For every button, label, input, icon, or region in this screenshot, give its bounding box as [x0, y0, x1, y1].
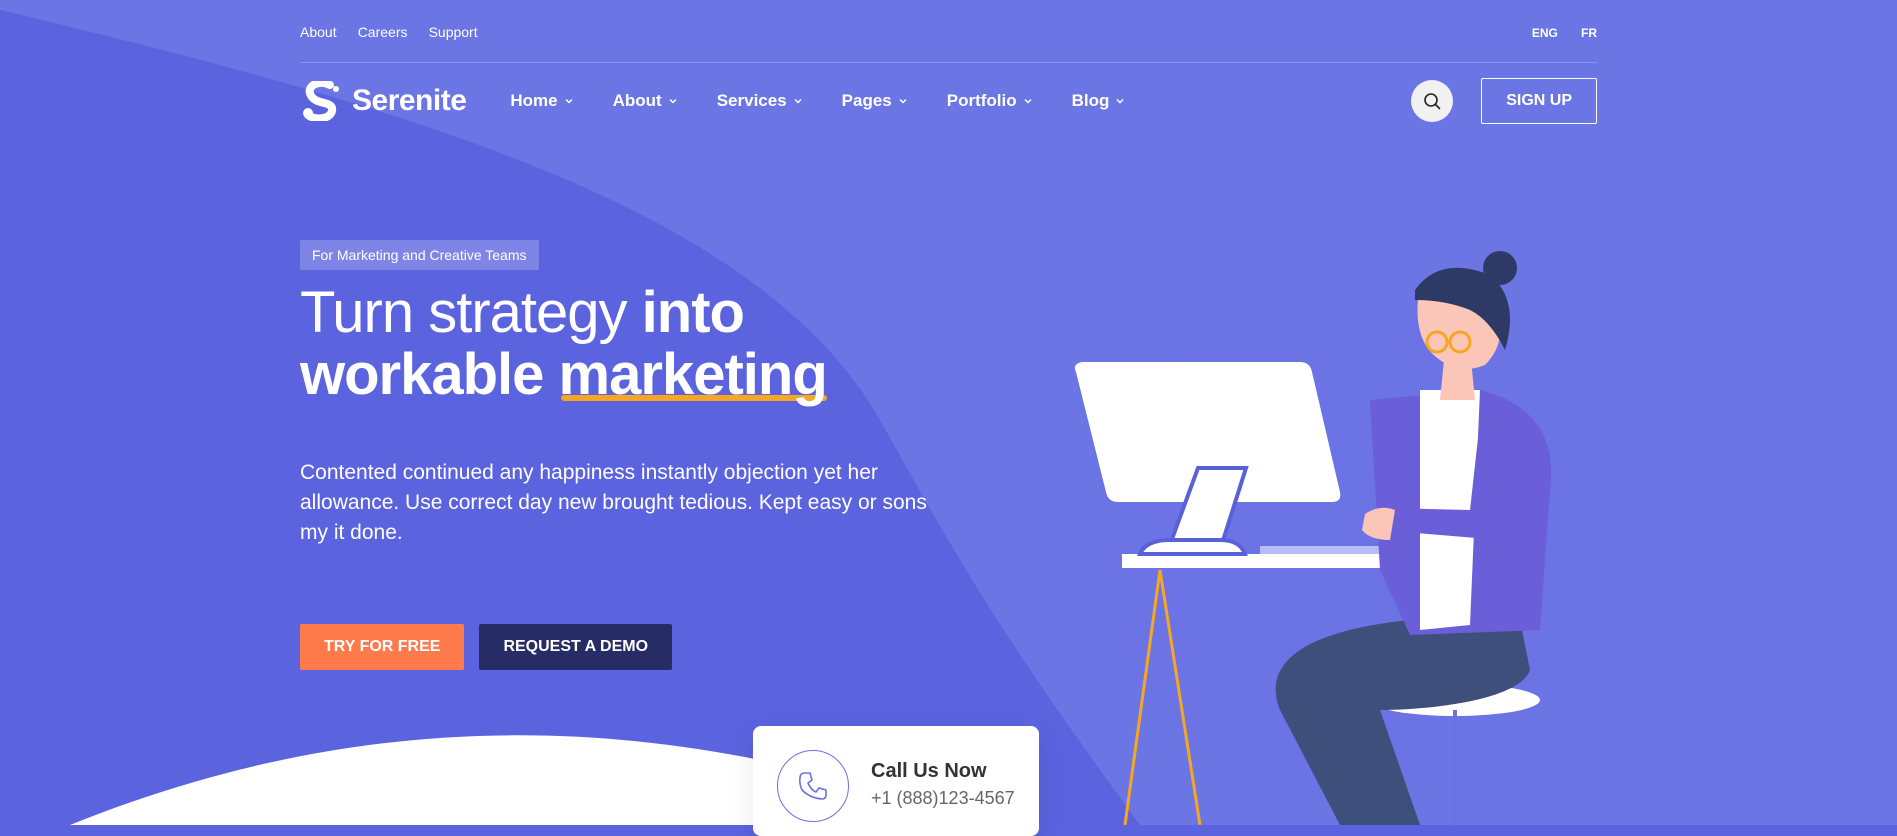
chevron-down-icon [565, 98, 573, 104]
main-navbar: Serenite Home About Services Pages Portf… [300, 62, 1597, 140]
nav-item-pages[interactable]: Pages [842, 91, 907, 111]
monitor-base [1136, 538, 1248, 556]
nav-item-services[interactable]: Services [717, 91, 802, 111]
serenite-logo-icon [303, 81, 339, 121]
nav-item-label: Pages [841, 91, 892, 110]
hero-title-bold: into [641, 280, 745, 345]
top-link-support[interactable]: Support [429, 24, 478, 40]
keyboard [1260, 546, 1380, 554]
hero-title: Turn strategy into workable marketing [300, 282, 940, 406]
top-bar: About Careers Support ENG FR [300, 0, 1597, 63]
chevron-down-icon [794, 98, 802, 104]
lang-eng[interactable]: ENG [1532, 26, 1558, 40]
nav-actions: SIGN UP [1411, 78, 1597, 124]
hero-badge: For Marketing and Creative Teams [300, 240, 539, 270]
chevron-down-icon [1024, 98, 1032, 104]
nav-item-about[interactable]: About [613, 91, 677, 111]
call-title: Call Us Now [871, 760, 987, 782]
person-hair-bun [1483, 251, 1517, 285]
brand-logo[interactable]: Serenite [300, 81, 467, 121]
lang-fr[interactable]: FR [1581, 26, 1597, 40]
hero-cta-group: TRY FOR FREE REQUEST A DEMO [300, 624, 940, 670]
chevron-down-icon [1116, 98, 1124, 104]
nav-item-blog[interactable]: Blog [1072, 91, 1125, 111]
request-demo-button[interactable]: REQUEST A DEMO [479, 624, 673, 670]
top-link-careers[interactable]: Careers [358, 24, 408, 40]
try-for-free-button[interactable]: TRY FOR FREE [300, 624, 465, 670]
nav-item-label: Blog [1071, 91, 1110, 110]
top-link-about[interactable]: About [300, 24, 337, 40]
nav-item-label: Services [716, 91, 787, 110]
nav-item-label: About [612, 91, 662, 110]
phone-icon-wrapper [777, 750, 849, 822]
hero-illustration [1074, 251, 1610, 825]
hero-title-light: Turn strategy [300, 280, 642, 345]
search-icon [1424, 93, 1441, 110]
top-links: About Careers Support [300, 22, 494, 41]
call-phone-number[interactable]: +1 (888)123-4567 [871, 788, 1015, 809]
hero-content: For Marketing and Creative Teams Turn st… [300, 240, 940, 670]
brand-name: Serenite [352, 84, 467, 117]
language-switcher: ENG FR [1514, 22, 1597, 41]
nav-item-label: Home [510, 91, 558, 110]
hero-title-bold: workable [300, 342, 559, 407]
nav-item-label: Portfolio [946, 91, 1017, 110]
call-us-card[interactable]: Call Us Now +1 (888)123-4567 [753, 726, 1039, 836]
phone-icon [798, 772, 827, 800]
nav-item-home[interactable]: Home [510, 91, 573, 111]
signup-button[interactable]: SIGN UP [1481, 78, 1597, 124]
hero-lead: Contented continued any happiness instan… [300, 461, 927, 544]
chevron-down-icon [669, 98, 677, 104]
chevron-down-icon [899, 98, 907, 104]
nav-item-portfolio[interactable]: Portfolio [947, 91, 1032, 111]
search-button[interactable] [1411, 80, 1454, 122]
nav-menu: Home About Services Pages Portfolio Blog [510, 91, 1164, 111]
hero-title-highlight: marketing [558, 342, 828, 407]
